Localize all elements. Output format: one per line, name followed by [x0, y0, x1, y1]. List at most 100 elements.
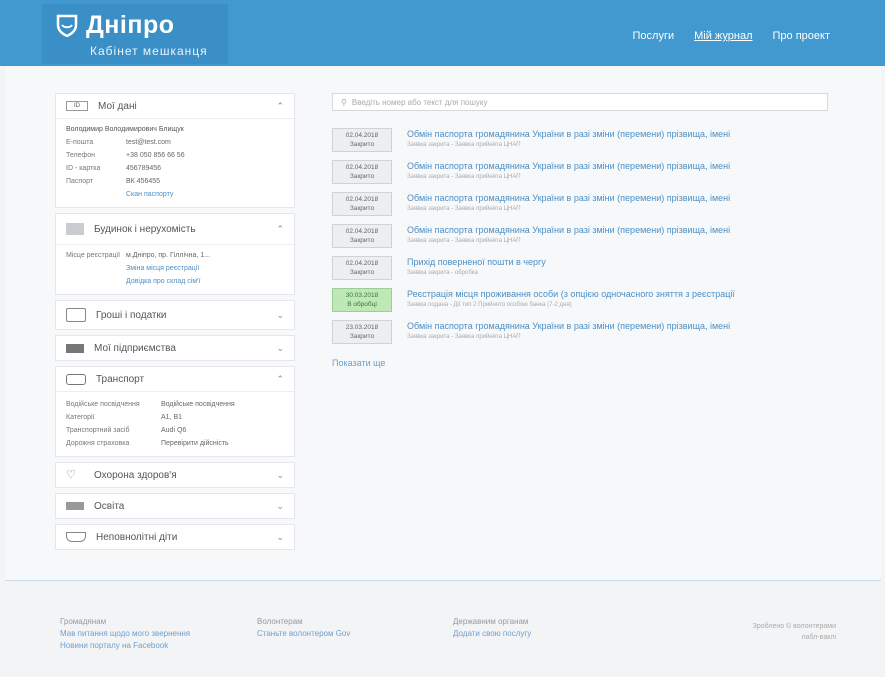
card-transport-header[interactable]: Транспорт ⌃	[56, 367, 294, 392]
house-icon	[66, 223, 84, 235]
journal-date: 30.03.2018	[345, 292, 379, 299]
footer-credit: Зроблено © волонтерами пабл-ваклі	[753, 621, 836, 643]
family-certificate-link[interactable]: Довідка про склад сім'ї	[126, 278, 200, 285]
journal-title[interactable]: Обмін паспорта громадянина України в раз…	[407, 160, 827, 173]
journal-item[interactable]: 02.04.2018 Закрито Обмін паспорта громадя…	[332, 128, 832, 160]
chevron-down-icon[interactable]: ⌄	[276, 532, 284, 543]
journal-status: В обробці	[347, 301, 377, 308]
journal-subtitle: Заявка подана - Дії тип 2 Прийнято особо…	[407, 302, 572, 308]
journal-item[interactable]: 30.03.2018 В обробці Реєстрація місця про…	[332, 288, 832, 320]
chevron-down-icon[interactable]: ⌄	[276, 501, 284, 512]
chevron-down-icon[interactable]: ⌄	[276, 470, 284, 481]
footer-col-government: Державним органам Додати свою послугу	[453, 616, 531, 640]
nav-services[interactable]: Послуги	[633, 30, 675, 42]
footer-link[interactable]: Мав питання щодо мого звернення	[60, 628, 190, 640]
school-icon	[66, 502, 84, 510]
search-input[interactable]: Введіть номер або текст для пошуку	[352, 98, 488, 107]
footer-col-title: Громадянам	[60, 617, 107, 626]
top-nav: Послуги Мій журнал Про проект	[633, 30, 831, 42]
footer-col-title: Державним органам	[453, 617, 529, 626]
field-label: Паспорт	[66, 178, 94, 185]
chevron-down-icon[interactable]: ⌄	[276, 310, 284, 321]
journal-status: Закрито	[349, 141, 375, 148]
field-label: ID - картка	[66, 165, 101, 172]
briefcase-icon	[66, 343, 84, 353]
journal-item[interactable]: 02.04.2018 Закрито Обмін паспорта громадя…	[332, 224, 832, 256]
card-personal-header[interactable]: ID Мої дані ⌃	[56, 94, 294, 119]
status-badge: 23.03.2018 Закрито	[332, 320, 392, 344]
shield-logo-icon	[56, 14, 78, 37]
journal-title[interactable]: Обмін паспорта громадянина України в раз…	[407, 320, 827, 333]
journal-item[interactable]: 02.04.2018 Закрито Обмін паспорта громадя…	[332, 160, 832, 192]
chevron-up-icon[interactable]: ⌃	[276, 224, 284, 235]
card-money[interactable]: Гроші і податки ⌄	[55, 300, 295, 330]
card-children-title: Неповнолітні діти	[96, 531, 178, 543]
card-education-header[interactable]: Освіта ⌄	[56, 494, 294, 518]
chevron-down-icon[interactable]: ⌄	[276, 343, 284, 354]
journal-subtitle: Заявка закрита - Заявка прийнята ЦНАП	[407, 142, 521, 148]
card-business-header[interactable]: Мої підприємства ⌄	[56, 336, 294, 360]
money-icon	[66, 308, 86, 322]
journal-date: 02.04.2018	[345, 196, 379, 203]
sidebar: ID Мої дані ⌃ Володимир Володимирович Бл…	[55, 93, 295, 555]
chevron-up-icon[interactable]: ⌃	[276, 374, 284, 385]
field-label: Дорожня страховка	[66, 440, 130, 447]
journal-title[interactable]: Обмін паспорта громадянина України в раз…	[407, 128, 827, 141]
journal-title[interactable]: Реєстрація місця проживання особи (з опц…	[407, 288, 827, 301]
journal-subtitle: Заявка закрита - обробка	[407, 270, 478, 276]
journal-title[interactable]: Обмін паспорта громадянина України в раз…	[407, 192, 827, 205]
card-health[interactable]: ♡ Охорона здоров'я ⌄	[55, 462, 295, 488]
field-value: ВК 456455	[126, 178, 161, 185]
journal-title[interactable]: Прихід поверненої пошти в чергу	[407, 256, 827, 269]
heart-icon: ♡	[66, 469, 76, 481]
status-badge: 02.04.2018 Закрито	[332, 224, 392, 248]
show-more-link[interactable]: Показати ще	[332, 358, 832, 368]
car-icon	[66, 373, 86, 385]
card-health-header[interactable]: ♡ Охорона здоров'я ⌄	[56, 463, 294, 487]
journal-item[interactable]: 02.04.2018 Закрито Прихід поверненої пошт…	[332, 256, 832, 288]
card-property: Будинок і нерухомість ⌃ Місце реєстрації…	[55, 213, 295, 295]
journal-subtitle: Заявка закрита - Заявка прийнята ЦНАП	[407, 334, 521, 340]
card-children-header[interactable]: Неповнолітні діти ⌄	[56, 525, 294, 549]
logo[interactable]: Дніпро Кабінет мешканця	[42, 4, 228, 64]
chevron-up-icon[interactable]: ⌃	[276, 101, 284, 112]
card-money-header[interactable]: Гроші і податки ⌄	[56, 301, 294, 329]
search-box[interactable]: ⚲ Введіть номер або текст для пошуку	[332, 93, 828, 111]
card-business-title: Мої підприємства	[94, 342, 176, 354]
field-value: Audi Q6	[161, 427, 187, 434]
card-personal: ID Мої дані ⌃ Володимир Володимирович Бл…	[55, 93, 295, 208]
personal-name: Володимир Володимирович Блищук	[66, 126, 184, 133]
card-children[interactable]: Неповнолітні діти ⌄	[55, 524, 295, 550]
card-transport: Транспорт ⌃ Водійське посвідчення Водійсь…	[55, 366, 295, 457]
journal-item[interactable]: 02.04.2018 Закрито Обмін паспорта громадя…	[332, 192, 832, 224]
card-health-title: Охорона здоров'я	[94, 469, 177, 481]
journal-subtitle: Заявка закрита - Заявка прийнята ЦНАП	[407, 174, 521, 180]
card-property-title: Будинок і нерухомість	[94, 223, 196, 235]
header-bar: Дніпро Кабінет мешканця Послуги Мій журн…	[0, 0, 885, 66]
change-registration-link[interactable]: Зміна місця реєстрації	[126, 265, 199, 272]
footer-link[interactable]: Станьте волонтером Gov	[257, 628, 350, 640]
field-label: Категорії	[66, 414, 95, 421]
check-insurance-link[interactable]: Перевірити дійсність	[161, 440, 229, 447]
search-icon: ⚲	[341, 97, 347, 107]
status-badge: 02.04.2018 Закрито	[332, 128, 392, 152]
journal-subtitle: Заявка закрита - Заявка прийнята ЦНАП	[407, 206, 521, 212]
journal-status: Закрито	[349, 173, 375, 180]
journal-date: 02.04.2018	[345, 228, 379, 235]
nav-about[interactable]: Про проект	[773, 30, 830, 42]
footer-link[interactable]: Новини порталу на Facebook	[60, 640, 190, 652]
card-education[interactable]: Освіта ⌄	[55, 493, 295, 519]
nav-my-journal[interactable]: Мій журнал	[694, 30, 752, 42]
field-label: Транспортний засіб	[66, 427, 130, 434]
passport-scan-link[interactable]: Скан паспорту	[126, 191, 173, 198]
field-value: Водійське посвідчення	[161, 401, 235, 408]
card-property-header[interactable]: Будинок і нерухомість ⌃	[56, 214, 294, 245]
credit-line: пабл-ваклі	[801, 634, 836, 641]
journal-title[interactable]: Обмін паспорта громадянина України в раз…	[407, 224, 827, 237]
footer-link[interactable]: Додати свою послугу	[453, 628, 531, 640]
logo-subtitle: Кабінет мешканця	[90, 44, 208, 58]
card-business[interactable]: Мої підприємства ⌄	[55, 335, 295, 361]
journal-item[interactable]: 23.03.2018 Закрито Обмін паспорта громадя…	[332, 320, 832, 352]
status-badge: 02.04.2018 Закрито	[332, 192, 392, 216]
card-education-title: Освіта	[94, 500, 125, 512]
